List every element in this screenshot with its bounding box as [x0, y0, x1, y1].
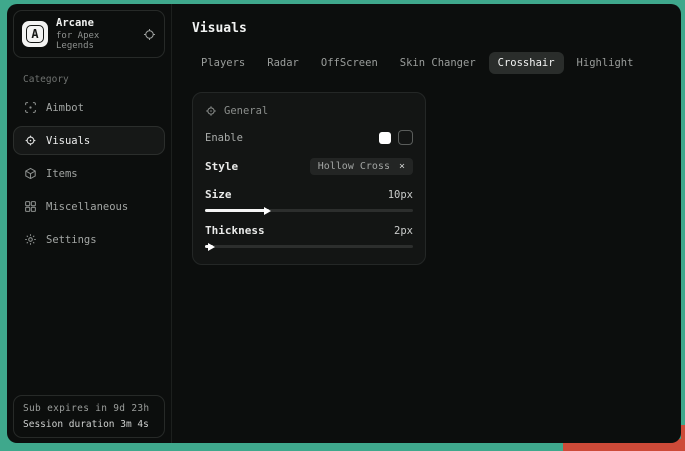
tab-radar[interactable]: Radar	[258, 52, 308, 74]
sidebar-spacer	[13, 256, 165, 395]
sidebar-nav: Aimbot Visuals	[13, 91, 165, 256]
box-icon	[24, 167, 37, 180]
sidebar-item-aimbot[interactable]: Aimbot	[13, 93, 165, 122]
main-content: Visuals Players Radar OffScreen Skin Cha…	[172, 4, 681, 443]
page-title: Visuals	[192, 21, 661, 36]
style-dropdown[interactable]: Hollow Cross ×	[310, 158, 413, 175]
tab-players[interactable]: Players	[192, 52, 254, 74]
tab-bar: Players Radar OffScreen Skin Changer Cro…	[192, 52, 661, 74]
sidebar-item-miscellaneous[interactable]: Miscellaneous	[13, 192, 165, 221]
sub-expires-text: Sub expires in 9d 23h	[23, 403, 155, 414]
crosshair-icon	[205, 105, 217, 117]
sidebar: A Arcane for Apex Legends Category	[7, 4, 172, 443]
size-slider[interactable]	[205, 209, 413, 212]
thickness-label: Thickness	[205, 224, 265, 237]
thickness-row: Thickness 2px	[205, 224, 413, 248]
subscription-info: Sub expires in 9d 23h Session duration 3…	[13, 395, 165, 438]
general-panel-header: General	[205, 105, 413, 117]
general-panel: General Enable Style Hollow Cross ×	[192, 92, 426, 265]
enable-checkbox[interactable]	[379, 132, 391, 144]
app-name: Arcane	[56, 17, 135, 29]
sidebar-item-settings[interactable]: Settings	[13, 225, 165, 254]
sidebar-item-items[interactable]: Items	[13, 159, 165, 188]
app-brand-text: Arcane for Apex Legends	[56, 17, 135, 51]
grid-icon	[24, 200, 37, 213]
thickness-slider-thumb[interactable]	[208, 243, 215, 251]
enable-label: Enable	[205, 132, 243, 144]
app-window: A Arcane for Apex Legends Category	[7, 4, 681, 443]
app-logo-letter: A	[26, 25, 43, 43]
tab-crosshair[interactable]: Crosshair	[489, 52, 564, 74]
sidebar-item-label: Miscellaneous	[46, 201, 128, 213]
thickness-slider[interactable]	[205, 245, 413, 248]
app-logo: A	[22, 21, 48, 47]
general-panel-title: General	[224, 105, 268, 117]
tab-offscreen[interactable]: OffScreen	[312, 52, 387, 74]
size-value: 10px	[388, 189, 413, 201]
target-icon[interactable]	[143, 28, 156, 41]
scan-icon	[24, 101, 37, 114]
style-value: Hollow Cross	[318, 161, 390, 172]
size-label: Size	[205, 188, 232, 201]
gear-icon	[24, 233, 37, 246]
category-label: Category	[23, 74, 155, 85]
sidebar-item-label: Visuals	[46, 135, 90, 147]
background-red-edge	[681, 425, 685, 451]
size-row: Size 10px	[205, 188, 413, 212]
sidebar-item-label: Items	[46, 168, 78, 180]
tab-skin-changer[interactable]: Skin Changer	[391, 52, 485, 74]
desktop-background: A Arcane for Apex Legends Category	[0, 0, 685, 451]
session-duration-text: Session duration 3m 4s	[23, 419, 155, 430]
sidebar-item-visuals[interactable]: Visuals	[13, 126, 165, 155]
style-label: Style	[205, 160, 238, 173]
crosshair-icon	[24, 134, 37, 147]
size-slider-thumb[interactable]	[264, 207, 271, 215]
sidebar-item-label: Settings	[46, 234, 97, 246]
app-subtitle: for Apex Legends	[56, 31, 135, 51]
enable-row: Enable	[205, 130, 413, 145]
style-row: Style Hollow Cross ×	[205, 158, 413, 175]
app-brand: A Arcane for Apex Legends	[13, 10, 165, 58]
close-icon[interactable]: ×	[399, 162, 405, 172]
tab-highlight[interactable]: Highlight	[568, 52, 643, 74]
enable-controls	[379, 130, 413, 145]
enable-keybind-box[interactable]	[398, 130, 413, 145]
thickness-value: 2px	[394, 225, 413, 237]
sidebar-item-label: Aimbot	[46, 102, 84, 114]
